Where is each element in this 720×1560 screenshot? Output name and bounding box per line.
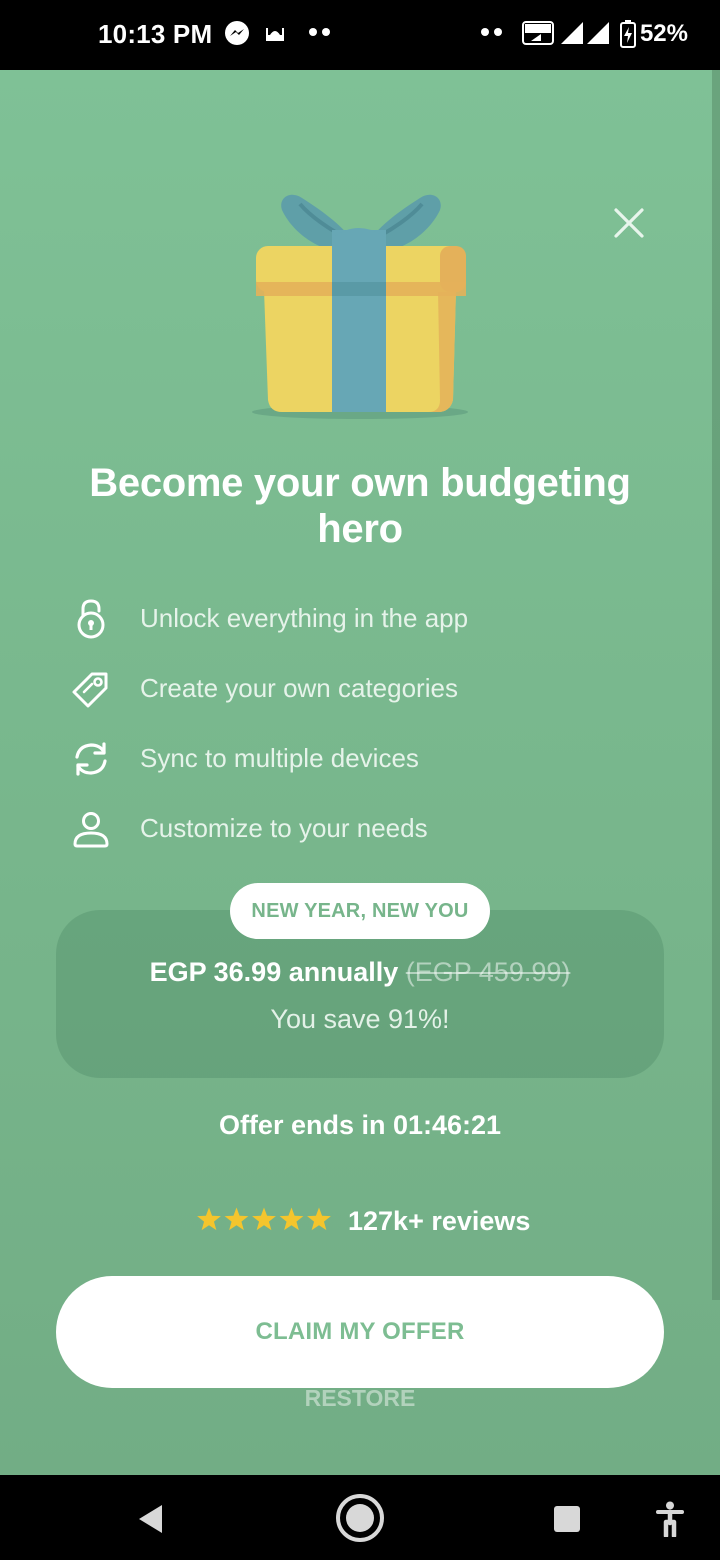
feature-label: Create your own categories xyxy=(140,673,458,703)
accessibility-icon[interactable] xyxy=(656,1501,684,1537)
star-icon xyxy=(252,1207,276,1231)
close-icon[interactable] xyxy=(606,200,652,246)
price-original: (EGP 459.99) xyxy=(405,957,571,987)
star-icon xyxy=(197,1207,221,1231)
reviews-count: 127k+ reviews xyxy=(348,1206,531,1236)
feature-item-categories: Create your own categories xyxy=(70,668,650,708)
tag-icon xyxy=(72,672,108,708)
reviews-rating: 127k+ reviews xyxy=(196,1203,536,1243)
star-icon xyxy=(279,1207,304,1231)
star-icon xyxy=(224,1207,249,1231)
star-rating-icon xyxy=(197,1207,331,1231)
navigation-bar xyxy=(0,1475,720,1560)
phone-screen: 10:13 PM 52% Become your own budgeting h… xyxy=(0,0,720,1560)
feature-item-unlock: Unlock everything in the app xyxy=(70,598,650,639)
star-icon xyxy=(307,1207,331,1231)
feature-item-sync: Sync to multiple devices xyxy=(70,738,650,778)
recents-icon[interactable] xyxy=(553,1505,581,1533)
home-icon[interactable] xyxy=(334,1492,386,1544)
more-dots-icon xyxy=(481,28,502,36)
feature-label: Customize to your needs xyxy=(140,813,428,843)
price-current: EGP 36.99 annually xyxy=(149,957,399,987)
unlock-icon xyxy=(77,599,105,639)
savings-text: You save 91%! xyxy=(270,1004,450,1034)
claim-offer-button[interactable]: CLAIM MY OFFER xyxy=(56,1276,664,1388)
person-icon xyxy=(73,812,109,848)
price-line: EGP 36.99 annually (EGP 459.99) xyxy=(56,957,664,988)
headline: Become your own budgeting hero xyxy=(89,461,631,551)
scrollbar[interactable] xyxy=(712,70,720,1300)
feature-item-customize: Customize to your needs xyxy=(70,808,650,848)
back-icon[interactable] xyxy=(136,1503,166,1535)
messenger-icon xyxy=(225,21,249,45)
paywall-screen: Become your own budgeting hero Unlock ev… xyxy=(0,70,720,1475)
signal-icon xyxy=(587,22,609,44)
feature-label: Sync to multiple devices xyxy=(140,743,419,773)
sync-icon xyxy=(75,742,107,776)
offer-countdown: Offer ends in 01:46:21 xyxy=(218,1110,502,1140)
restore-button[interactable]: RESTORE xyxy=(260,1385,460,1415)
volte-icon xyxy=(522,21,554,45)
battery-percentage: 52% xyxy=(639,20,688,47)
mosque-icon xyxy=(266,28,284,41)
signal-icon xyxy=(561,22,583,44)
status-bar: 10:13 PM 52% xyxy=(0,0,720,70)
offer-badge: NEW YEAR, NEW YOU xyxy=(230,883,490,939)
feature-label: Unlock everything in the app xyxy=(140,603,469,633)
gift-box-icon xyxy=(252,194,468,419)
status-time: 10:13 PM xyxy=(98,19,213,49)
battery-charging-icon xyxy=(620,20,636,48)
more-dots-icon xyxy=(309,28,330,36)
